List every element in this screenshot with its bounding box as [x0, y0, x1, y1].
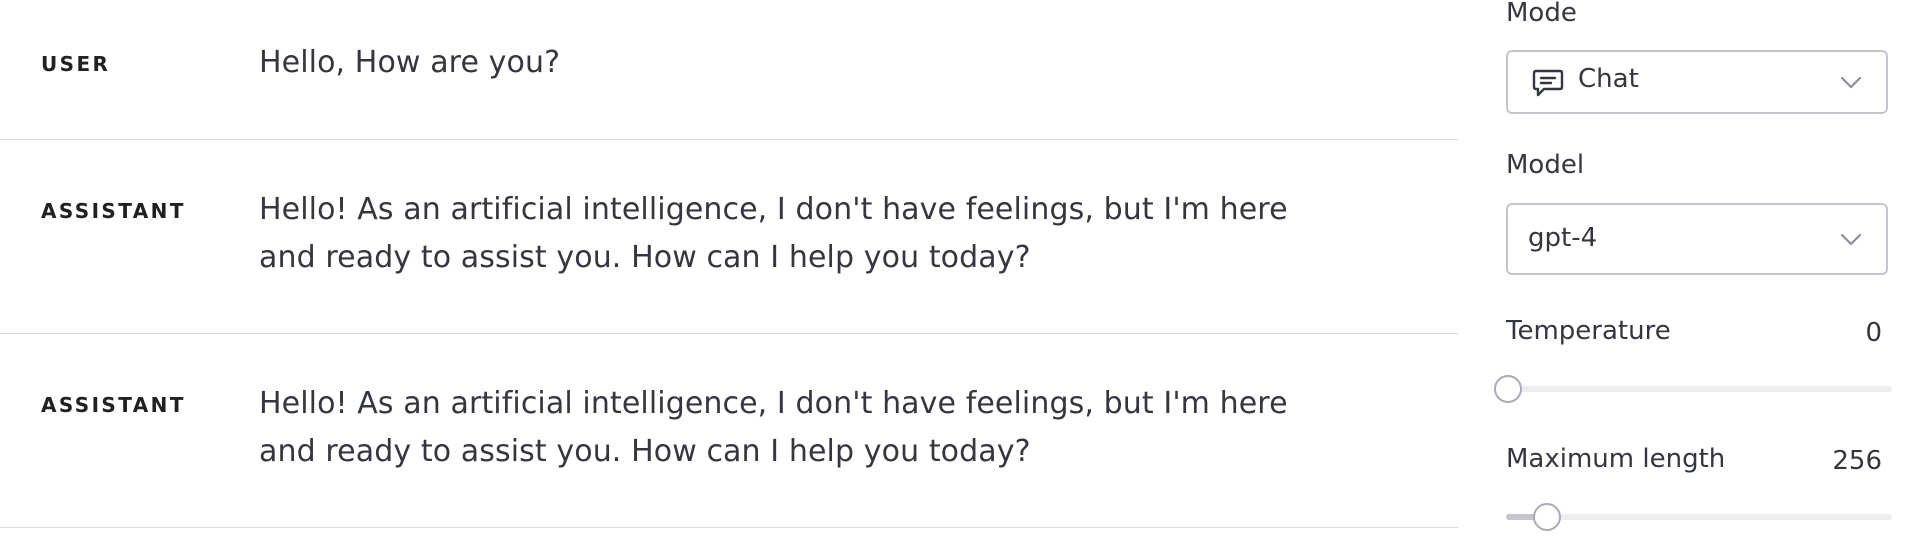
mode-label: Mode	[1506, 0, 1577, 28]
message-row[interactable]: ASSISTANT Hello! As an artificial intell…	[0, 334, 1458, 528]
message-role[interactable]: ASSISTANT	[41, 199, 186, 223]
chevron-down-icon	[1840, 76, 1862, 89]
temperature-label: Temperature	[1506, 316, 1671, 346]
slider-thumb[interactable]	[1494, 375, 1522, 403]
slider-track[interactable]	[1506, 514, 1892, 520]
mode-select[interactable]: Chat	[1506, 50, 1888, 114]
message-content[interactable]: Hello, How are you?	[259, 39, 1299, 87]
slider-thumb[interactable]	[1532, 503, 1561, 531]
message-row[interactable]: ASSISTANT Hello! As an artificial intell…	[0, 140, 1458, 334]
chat-messages: USER Hello, How are you? ASSISTANT Hello…	[0, 0, 1458, 544]
message-role[interactable]: ASSISTANT	[41, 393, 186, 417]
message-role[interactable]: USER	[41, 52, 110, 76]
temperature-slider[interactable]	[1494, 375, 1892, 403]
maximum-length-slider[interactable]	[1506, 503, 1892, 531]
chevron-down-icon	[1840, 233, 1862, 246]
message-row[interactable]: USER Hello, How are you?	[0, 0, 1458, 140]
model-label: Model	[1506, 150, 1585, 180]
model-select[interactable]: gpt-4	[1506, 203, 1888, 275]
model-value: gpt-4	[1528, 223, 1598, 253]
message-content[interactable]: Hello! As an artificial intelligence, I …	[259, 380, 1299, 476]
temperature-value: 0	[1865, 318, 1882, 348]
settings-panel: Mode Chat Model gpt-4 Temperature 0 Maxi…	[1494, 0, 1892, 544]
slider-track[interactable]	[1506, 386, 1892, 392]
mode-value: Chat	[1578, 64, 1639, 94]
chat-bubble-icon	[1532, 69, 1564, 97]
message-content[interactable]: Hello! As an artificial intelligence, I …	[259, 186, 1299, 282]
maximum-length-label: Maximum length	[1506, 444, 1726, 474]
maximum-length-value: 256	[1832, 446, 1882, 476]
